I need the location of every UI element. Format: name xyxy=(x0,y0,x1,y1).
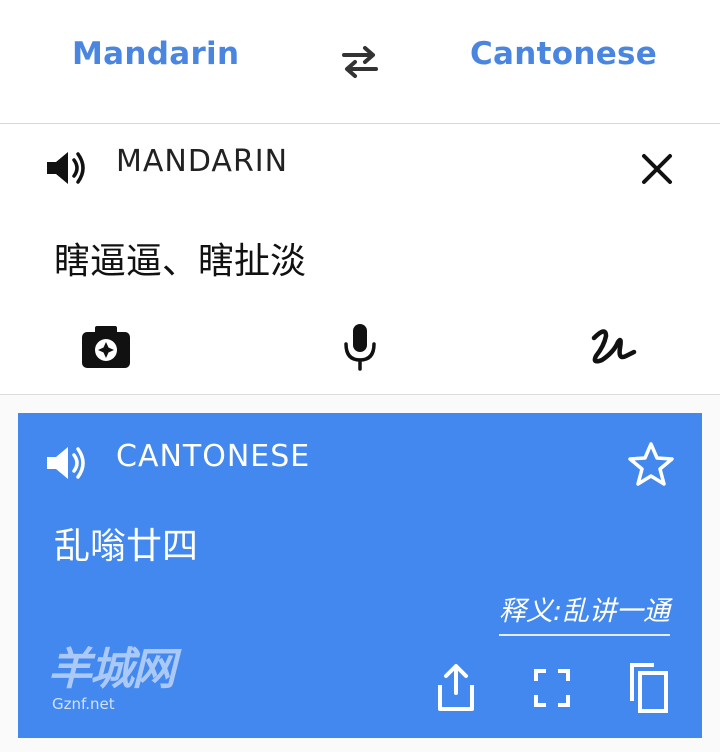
source-text[interactable]: 瞎逼逼、瞎扯淡 xyxy=(54,232,306,284)
share-icon[interactable] xyxy=(432,661,480,715)
language-bar: Mandarin Cantonese xyxy=(0,0,720,124)
source-language-label: MANDARIN xyxy=(116,144,289,179)
star-icon[interactable] xyxy=(626,441,676,487)
translation-card: CANTONESE 乱嗡廿四 释义:乱讲一通 羊城网 Gznf.net xyxy=(18,413,702,738)
speaker-icon[interactable] xyxy=(44,443,88,483)
fullscreen-icon[interactable] xyxy=(528,661,576,715)
translated-text: 乱嗡廿四 xyxy=(54,526,199,567)
meaning-note: 释义:乱讲一通 xyxy=(498,589,670,636)
watermark-logo: 羊城网 Gznf.net xyxy=(48,633,198,733)
camera-icon[interactable] xyxy=(78,322,134,372)
watermark-text: 羊城网 xyxy=(48,644,176,695)
copy-icon[interactable] xyxy=(624,661,672,715)
mic-icon[interactable] xyxy=(332,322,388,372)
input-card: MANDARIN 瞎逼逼、瞎扯淡 xyxy=(0,124,720,395)
swap-arrows-icon[interactable] xyxy=(336,42,384,82)
target-language-label: CANTONESE xyxy=(116,439,311,474)
watermark-url: Gznf.net xyxy=(52,695,115,713)
handwriting-icon[interactable] xyxy=(584,322,640,372)
target-language-button[interactable]: Cantonese xyxy=(470,36,657,72)
close-icon[interactable] xyxy=(638,150,676,188)
source-language-button[interactable]: Mandarin xyxy=(72,36,239,72)
speaker-icon[interactable] xyxy=(44,148,88,188)
